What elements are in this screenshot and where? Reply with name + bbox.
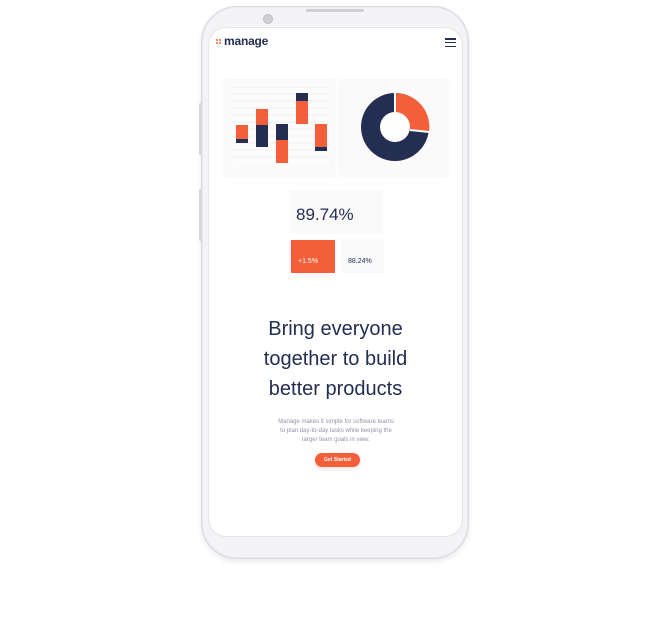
phone-frame: manage 89.74% +1.5% 88.24% Bring everyon… xyxy=(199,6,469,559)
secondary-metric-card: 88.24% xyxy=(341,240,384,273)
hero-headline-line-2: together to build xyxy=(263,348,408,370)
change-metric-card: +1.5% xyxy=(291,240,335,273)
bar-chart-illustration xyxy=(233,84,329,166)
brand-logo[interactable]: manage xyxy=(216,34,268,48)
change-metric-value: +1.5% xyxy=(298,258,319,265)
bar-chart-card xyxy=(224,79,335,176)
phone-side-button-bottom xyxy=(199,189,202,241)
bar-5-orange xyxy=(315,124,327,147)
donut-chart-card xyxy=(338,79,448,176)
secondary-metric-value: 88.24% xyxy=(348,258,372,265)
hero-subtext: Manage makes it simple for software team… xyxy=(262,418,410,445)
bar-3-navy xyxy=(276,124,288,140)
donut-chart-illustration xyxy=(361,92,430,161)
phone-speaker xyxy=(306,9,364,12)
phone-camera xyxy=(263,14,273,24)
hero-subtext-line-1: Manage makes it simple for software team… xyxy=(278,419,394,425)
phone-screen: manage 89.74% +1.5% 88.24% Bring everyon… xyxy=(208,27,463,537)
hamburger-icon[interactable] xyxy=(445,38,456,47)
main-metric-value: 89.74% xyxy=(296,205,354,224)
logo-mark xyxy=(216,38,221,44)
bar-1-orange xyxy=(236,125,248,139)
bar-1-navy xyxy=(236,139,248,143)
phone-side-button-top xyxy=(199,103,202,155)
bar-2-navy xyxy=(256,125,268,147)
get-started-button[interactable]: Get Started xyxy=(315,453,360,467)
hero-subtext-line-2: to plan day-to-day tasks while keeping t… xyxy=(280,428,392,434)
bar-4-orange xyxy=(296,101,308,124)
bar-2-orange xyxy=(256,109,268,125)
hero-headline: Bring everyone together to build better … xyxy=(209,314,462,404)
hero-subtext-line-3: larger team goals in view. xyxy=(302,437,370,443)
bar-5-navy xyxy=(315,147,327,151)
hero-headline-line-3: better products xyxy=(268,378,403,400)
bar-3-orange xyxy=(276,140,288,163)
bar-4-navy xyxy=(296,93,308,101)
main-metric-card: 89.74% xyxy=(290,190,383,234)
hero-headline-line-1: Bring everyone xyxy=(268,318,403,340)
logo-text: manage xyxy=(224,34,269,48)
